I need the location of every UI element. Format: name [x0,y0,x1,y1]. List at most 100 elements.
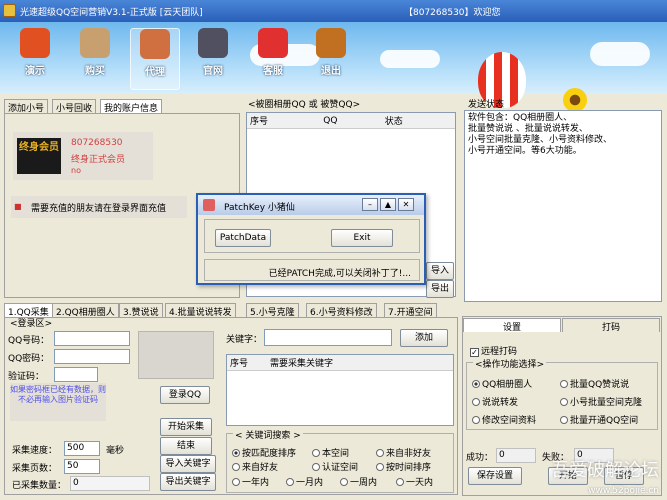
dialog-titlebar: PatchKey 小猪仙 – ▲ ✕ [198,195,424,215]
radio-batch-like[interactable]: 批量QQ赞说说 [560,377,629,390]
pages-input[interactable]: 50 [64,459,100,474]
radio-this-space[interactable]: 本空间 [312,446,349,459]
function-group-title: <操作功能选择> [473,357,547,370]
captcha-image [138,331,214,379]
radio-icon [560,398,568,406]
radio-icon [472,380,480,388]
password-label: QQ密码： [8,354,50,364]
add-keyword-button[interactable]: 添加 [400,329,448,347]
remote-captcha-checkbox[interactable]: ✓ 远程打码 [470,344,517,357]
circle-list-title: <被圈相册QQ 或 被赞QQ> [248,100,361,110]
radio-one-day[interactable]: 一天内 [396,475,433,488]
minimize-icon[interactable]: – [362,198,378,211]
radio-one-year[interactable]: 一年内 [232,475,269,488]
tab-like-posts[interactable]: 3.赞说说 [119,303,163,318]
dialog-button-area: PatchData Exit [204,219,420,253]
radio-icon [286,478,294,486]
status-line: 小号开通空间。等6大功能。 [468,146,582,156]
recharge-note: 需要充值的朋友请在登录界面充值 [31,204,167,214]
tab-add-account[interactable]: 添加小号 [4,99,49,114]
member-badge: 终身会员 [17,138,61,174]
column-header[interactable]: QQ [320,113,382,129]
password-input[interactable] [54,349,130,364]
sunflower-graphic [563,88,587,112]
radio-icon [560,416,568,424]
tab-qq-collect[interactable]: 1.QQ采集 [4,303,53,318]
maximize-icon[interactable]: ▲ [380,198,396,211]
import-keyword-button[interactable]: 导入关键字 [160,455,216,473]
column-header[interactable]: 序号 [247,113,321,129]
success-label: 成功： [466,453,494,463]
status-log[interactable]: 软件包含：QQ相册圈人、 批量赞说说 、批量说说转发、 小号空间批量克隆、小号资… [464,110,662,302]
radio-time-sort[interactable]: 按时间排序 [376,460,431,473]
status-line: 小号空间批量克隆、小号资料修改、 [468,135,613,145]
tab-open-space[interactable]: 7.开通空间 [384,303,437,318]
keyword-input[interactable] [264,329,392,346]
success-count: 0 [496,448,536,463]
speed-unit: 毫秒 [106,446,125,456]
column-header[interactable]: 状态 [381,113,455,129]
start-collect-button[interactable]: 开始采集 [160,418,212,436]
tab-captcha[interactable]: 打码 [562,318,660,333]
status-title: 发送状态 [468,100,505,110]
dialog-exit-button[interactable]: Exit [331,229,393,247]
patch-data-button[interactable]: PatchData [215,229,271,247]
radio-one-month[interactable]: 一月内 [286,475,323,488]
radio-non-friend[interactable]: 来自非好友 [376,446,431,459]
import-button[interactable]: 导入 [426,262,454,280]
tab-profile-edit[interactable]: 6.小号资料修改 [306,303,377,318]
bullet-icon: ■ [14,202,22,211]
save-settings-button[interactable]: 保存设置 [468,467,522,485]
tab-recycle-account[interactable]: 小号回收 [52,99,97,114]
radio-edit-profile[interactable]: 修改空间资料 [472,413,536,426]
radio-match-sort[interactable]: 按匹配度排序 [232,446,296,459]
radio-batch-clone[interactable]: 小号批量空间克隆 [560,395,642,408]
stop-button[interactable]: 结束 [160,437,212,455]
patch-dialog: PatchKey 小猪仙 – ▲ ✕ PatchData Exit 已经PATC… [196,193,426,285]
app-icon [3,4,16,17]
toolbar-exit-button[interactable]: 退出 [306,28,356,90]
account-qq: 807268530 [71,138,123,148]
toolbar-buy-button[interactable]: 购买 [70,28,120,90]
radio-album-circle[interactable]: QQ相册圈人 [472,377,532,390]
export-button[interactable]: 导出 [426,280,454,298]
radio-icon [472,416,480,424]
toolbar-demo-button[interactable]: 演示 [10,28,60,90]
tab-album-circle[interactable]: 2.QQ相册圈人 [52,303,119,318]
tv-icon [20,28,50,58]
speed-label: 采集速度： [12,446,58,456]
cart-icon [80,28,110,58]
toolbar-agent-button[interactable]: 代理 [130,28,180,90]
login-button[interactable]: 登录QQ [160,386,210,404]
qq-input[interactable] [54,331,130,346]
account-level: 终身正式会员 [71,155,126,165]
radio-from-friend[interactable]: 来自好友 [232,460,278,473]
toolbar-website-button[interactable]: 官网 [188,28,238,90]
close-icon[interactable]: ✕ [398,198,414,211]
radio-one-week[interactable]: 一周内 [340,475,377,488]
title-bar: 光速超级QQ空间营销V3.1-正式版 [云天团队] 【807268530】欢迎您 [0,0,667,22]
website-icon [198,28,228,58]
tab-account-clone[interactable]: 5.小号克隆 [246,303,299,318]
toolbar-support-button[interactable]: 客服 [248,28,298,90]
column-header[interactable]: 序号 [227,355,267,371]
pig-icon [203,199,215,211]
dialog-title: PatchKey 小猪仙 [224,203,295,213]
login-hint: 如果密码框已经有数据，则不必再输入图片验证码 [10,383,106,421]
cloud-graphic [590,42,650,66]
recharge-note-box: ■ 需要充值的朋友请在登录界面充值 [11,196,187,218]
captcha-input[interactable] [54,367,98,382]
radio-repost[interactable]: 说说转发 [472,395,518,408]
cloud-graphic [380,50,440,68]
tab-batch-repost[interactable]: 4.批量说说转发 [165,303,236,318]
export-keyword-button[interactable]: 导出关键字 [160,473,216,491]
radio-icon [396,478,404,486]
keyword-table[interactable]: 序号 需要采集关键字 [226,354,454,426]
radio-batch-open[interactable]: 批量开通QQ空间 [560,413,638,426]
radio-verified-space[interactable]: 认证空间 [312,460,358,473]
tab-settings[interactable]: 设置 [463,318,561,333]
search-group-title: < 关键词搜索 > [233,428,303,441]
tab-my-account[interactable]: 我的账户信息 [100,99,163,114]
column-header[interactable]: 需要采集关键字 [267,355,453,371]
speed-input[interactable]: 500 [64,441,100,456]
